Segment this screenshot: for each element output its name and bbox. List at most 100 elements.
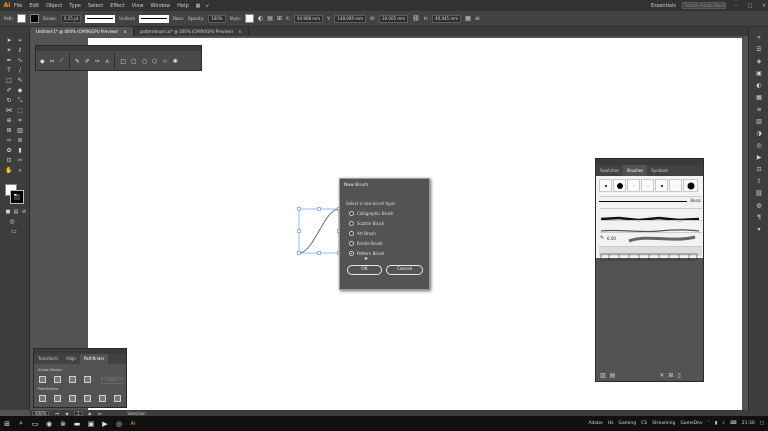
divide-icon[interactable] (39, 395, 46, 402)
artboard-tool-icon[interactable]: ⊡ (4, 157, 14, 165)
blend-tool-icon[interactable]: ⊚ (15, 137, 25, 145)
trim-icon[interactable] (54, 395, 61, 402)
tab-transform[interactable]: Transform (34, 354, 62, 364)
glyphs-icon[interactable]: ◍ (754, 201, 764, 210)
toolbar-adobe[interactable]: Adobe (589, 421, 603, 426)
shape-builder-icon[interactable]: ⊕ (4, 117, 14, 125)
exclude-icon[interactable] (84, 376, 91, 383)
collapse-icon[interactable]: « (754, 33, 764, 42)
brush-row-bristle[interactable]: ✎ 6.00 (599, 232, 702, 244)
minimize-icon[interactable]: – (732, 3, 740, 9)
scissors-icon[interactable]: ✂ (50, 58, 55, 65)
chrome-icon[interactable]: ◎ (112, 420, 126, 428)
screen-mode-icon[interactable]: ▭ (9, 228, 19, 236)
keyboard-icon[interactable]: ⌨ (730, 421, 737, 426)
type-icon[interactable]: ¶ (754, 213, 764, 222)
stroke-color-box[interactable] (10, 190, 24, 204)
layers-icon[interactable]: ◈ (754, 57, 764, 66)
path-eraser-icon[interactable]: ✑ (95, 58, 100, 65)
minus-back-icon[interactable] (114, 395, 121, 402)
paintbrush-tool-icon[interactable]: ✎ (15, 77, 25, 85)
symbol-sprayer-icon[interactable]: ✿ (4, 147, 14, 155)
next-artboard-icon[interactable]: ▶ (89, 411, 92, 416)
mesh-tool-icon[interactable]: ⊞ (4, 127, 14, 135)
toolbar-gaming[interactable]: Gaming (619, 421, 637, 426)
clock[interactable]: 21:30 (742, 421, 755, 426)
brush-swatch[interactable] (641, 179, 654, 192)
minus-front-icon[interactable] (54, 376, 61, 383)
variable-width-profile[interactable] (85, 14, 116, 23)
eraser-icon[interactable]: ◆ (40, 58, 45, 65)
unite-icon[interactable] (39, 376, 46, 383)
option-bristle[interactable]: Bristle Brush (349, 241, 383, 246)
ellipse-icon[interactable]: ○ (142, 58, 147, 65)
polygon-icon[interactable]: ⬡ (152, 58, 157, 65)
volume-icon[interactable]: ♪ (722, 421, 725, 426)
remove-icon[interactable]: ✕ (659, 372, 664, 379)
stroke-weight-field[interactable]: 0.25 pt (60, 14, 82, 23)
tab-patternbrush[interactable]: patternbrush.ai* @ 300% (CMYK/GPU Previe… (133, 27, 249, 36)
join-icon[interactable]: ⋏ (105, 58, 109, 65)
tab-untitled-1[interactable]: Untitled-1* @ 400% (CMYK/GPU Preview) × (30, 27, 134, 36)
menu-help[interactable]: Help (177, 3, 188, 9)
perspective-grid-icon[interactable]: ⌗ (15, 117, 25, 125)
knife-icon[interactable]: ⟋ (60, 57, 64, 65)
opacity-field[interactable]: 100% (208, 14, 226, 23)
windows-start-icon[interactable]: ⊞ (0, 420, 14, 428)
menu-file[interactable]: File (14, 3, 22, 9)
intersect-icon[interactable] (69, 376, 76, 383)
brush-swatch[interactable] (627, 179, 640, 192)
option-calligraphic[interactable]: Calligraphic Brush (349, 211, 393, 216)
brush-swatch[interactable] (683, 179, 698, 192)
brush-definition[interactable] (139, 14, 170, 23)
radio-button[interactable] (349, 211, 354, 216)
draw-mode-icon[interactable]: ◎ (7, 218, 17, 226)
graphic-style-swatch[interactable] (244, 14, 254, 23)
smooth-icon[interactable]: ✐ (85, 58, 90, 65)
close-tab-icon[interactable]: × (123, 29, 126, 34)
media-icon[interactable]: ▶ (98, 420, 112, 428)
close-tab-icon[interactable]: × (238, 29, 241, 34)
stroke-swatch[interactable] (29, 14, 39, 23)
fill-swatch[interactable] (16, 14, 26, 23)
hand-tool-icon[interactable]: ✋ (4, 167, 14, 175)
artboards-icon[interactable]: ⊡ (754, 165, 764, 174)
tab-align[interactable]: Align (62, 354, 80, 364)
links-icon[interactable]: ⛓ (754, 189, 764, 198)
brush-swatch[interactable] (599, 179, 612, 192)
option-art[interactable]: Art Brush (349, 231, 376, 236)
store-icon[interactable]: ▣ (84, 420, 98, 428)
browser-icon[interactable]: ◉ (42, 420, 56, 428)
direct-selection-tool-icon[interactable]: ➢ (15, 37, 25, 45)
eyedropper-icon[interactable]: ✑ (4, 137, 14, 145)
option-scatter[interactable]: Scatter Brush (349, 221, 384, 226)
brush-swatch[interactable] (655, 179, 668, 192)
rounded-rectangle-icon[interactable]: ▢ (131, 58, 137, 65)
radio-button[interactable] (349, 241, 354, 246)
crop-icon[interactable] (84, 395, 91, 402)
toolbar-gamedev[interactable]: GameDev (680, 421, 702, 426)
task-view-icon[interactable]: ▭ (28, 420, 42, 428)
options-icon[interactable]: ▤ (610, 372, 616, 379)
properties-icon[interactable]: ☰ (754, 45, 764, 54)
zoom-field[interactable]: 400% (32, 410, 50, 416)
brush-row-basic[interactable]: Basic (599, 196, 702, 206)
notifications-icon[interactable]: ▢ (760, 421, 764, 426)
rectangle-tool-icon[interactable]: □ (4, 77, 14, 85)
ok-button[interactable]: OK (347, 265, 382, 275)
magic-wand-icon[interactable]: ✶ (4, 47, 14, 55)
gradient-tool-icon[interactable]: ▥ (15, 127, 25, 135)
recolor-artwork-icon[interactable]: ◐ (258, 15, 263, 22)
selection-tool-icon[interactable]: ➤ (4, 37, 14, 45)
constrain-link-icon[interactable]: ⛓ (412, 15, 420, 22)
pen-tool-icon[interactable]: ✒ (4, 57, 14, 65)
artboard-number-field[interactable]: 1 (74, 410, 83, 416)
maximize-icon[interactable]: □ (746, 3, 754, 9)
outline-icon[interactable] (99, 395, 106, 402)
tab-pathfinder[interactable]: Pathfinder (79, 354, 109, 364)
tray-up-icon[interactable]: ˄ (708, 421, 710, 426)
close-icon[interactable]: × (760, 3, 768, 9)
scale-tool-icon[interactable]: ⤡ (15, 97, 25, 105)
merge-icon[interactable] (69, 395, 76, 402)
x-field[interactable]: 94.908 mm (294, 14, 324, 23)
